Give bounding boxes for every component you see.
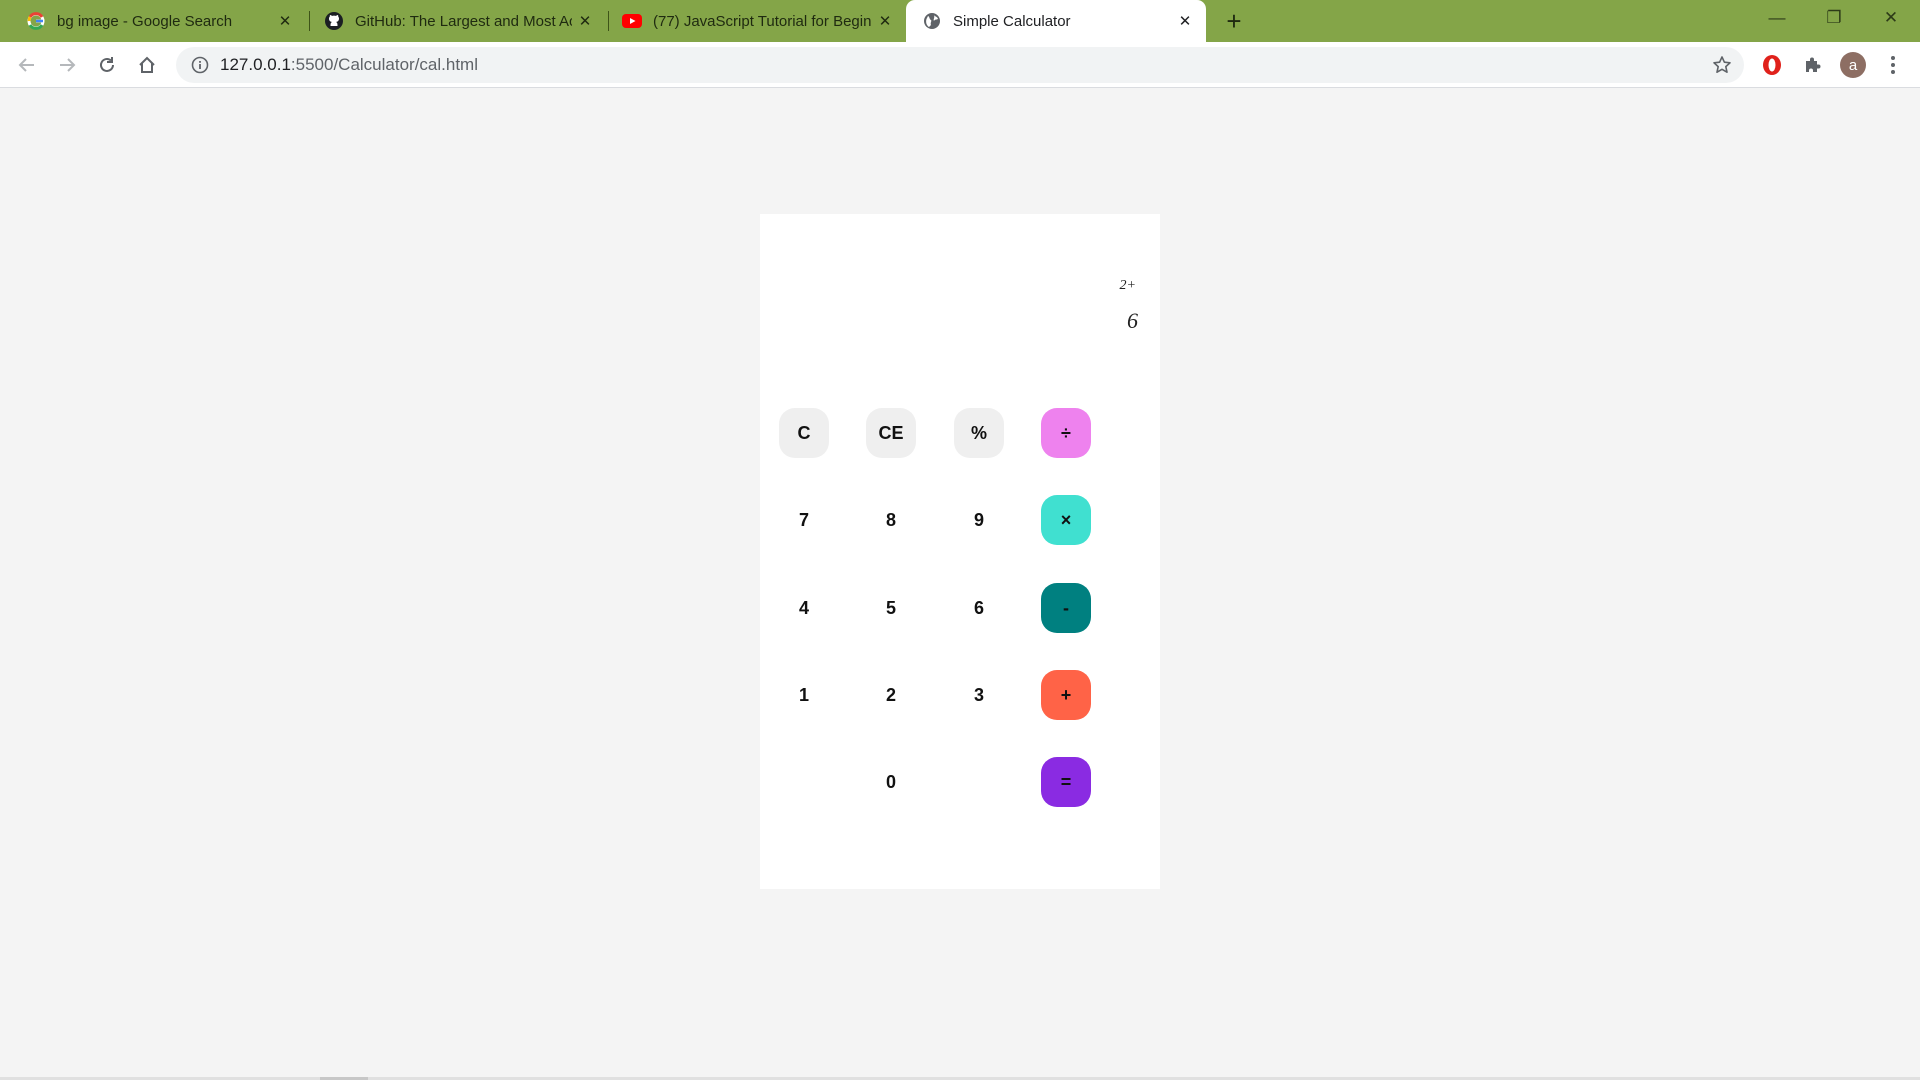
new-tab-button[interactable]: +	[1218, 5, 1250, 37]
close-tab-icon[interactable]: ✕	[272, 8, 298, 34]
digit-4-button[interactable]: 4	[779, 583, 829, 633]
browser-toolbar: 127.0.0.1:5500/Calculator/cal.html a	[0, 42, 1920, 88]
url-path: :5500/Calculator/cal.html	[290, 55, 478, 74]
add-button[interactable]: +	[1041, 670, 1091, 720]
extensions-puzzle-icon[interactable]	[1795, 48, 1829, 82]
digit-7-button[interactable]: 7	[779, 495, 829, 545]
subtract-button[interactable]: -	[1041, 583, 1091, 633]
home-button[interactable]	[130, 48, 164, 82]
tab-title: bg image - Google Search	[57, 12, 233, 30]
digit-1-button[interactable]: 1	[779, 670, 829, 720]
profile-avatar[interactable]: a	[1836, 48, 1870, 82]
clear-entry-button[interactable]: CE	[866, 408, 916, 458]
digit-5-button[interactable]: 5	[866, 583, 916, 633]
equals-button[interactable]: =	[1041, 757, 1091, 807]
digit-3-button[interactable]: 3	[954, 670, 1004, 720]
close-tab-icon[interactable]: ✕	[572, 8, 598, 34]
close-tab-icon[interactable]: ✕	[872, 8, 898, 34]
multiply-button[interactable]: ×	[1041, 495, 1091, 545]
clear-button[interactable]: C	[779, 408, 829, 458]
tab-divider	[608, 11, 609, 31]
calculator: 2+ 6 C CE % ÷ 7 8 9 × 4 5 6 - 1 2 3 + 0 …	[760, 214, 1160, 889]
tab-title: (77) JavaScript Tutorial for Begin	[653, 12, 872, 30]
reload-button[interactable]	[90, 48, 124, 82]
globe-icon	[922, 11, 942, 31]
opera-extension-icon[interactable]	[1755, 48, 1789, 82]
google-icon	[26, 11, 46, 31]
site-info-icon[interactable]	[180, 47, 220, 83]
address-url[interactable]: 127.0.0.1:5500/Calculator/cal.html	[220, 55, 478, 75]
digit-0-button[interactable]: 0	[866, 757, 916, 807]
tab-youtube[interactable]: (77) JavaScript Tutorial for Begin ✕	[610, 0, 906, 42]
close-window-button[interactable]: ✕	[1862, 0, 1920, 36]
minimize-window-button[interactable]: —	[1748, 0, 1806, 36]
current-operand: 6	[1127, 308, 1138, 333]
browser-tab-strip: bg image - Google Search ✕ GitHub: The L…	[0, 0, 1920, 42]
arrow-right-icon	[60, 58, 76, 72]
youtube-icon	[622, 11, 642, 31]
address-bar[interactable]: 127.0.0.1:5500/Calculator/cal.html	[176, 47, 1744, 83]
github-icon	[324, 11, 344, 31]
tab-title: GitHub: The Largest and Most Ac	[355, 12, 572, 30]
back-button[interactable]	[10, 48, 44, 82]
previous-operand: 2+	[1119, 278, 1136, 293]
maximize-window-button[interactable]: ❐	[1805, 0, 1863, 36]
home-icon	[139, 56, 155, 73]
avatar: a	[1840, 52, 1866, 78]
digit-6-button[interactable]: 6	[954, 583, 1004, 633]
digit-9-button[interactable]: 9	[954, 495, 1004, 545]
reload-icon	[100, 57, 114, 72]
digit-2-button[interactable]: 2	[866, 670, 916, 720]
percent-button[interactable]: %	[954, 408, 1004, 458]
bookmark-star-icon[interactable]	[1710, 53, 1734, 77]
browser-menu-button[interactable]	[1876, 48, 1910, 82]
tab-github[interactable]: GitHub: The Largest and Most Ac ✕	[310, 0, 606, 42]
forward-button[interactable]	[50, 48, 84, 82]
close-tab-icon[interactable]: ✕	[1172, 8, 1198, 34]
tab-google-search[interactable]: bg image - Google Search ✕	[0, 0, 306, 42]
calculator-display: 2+ 6	[760, 214, 1160, 384]
kebab-menu-icon	[1891, 56, 1895, 74]
digit-8-button[interactable]: 8	[866, 495, 916, 545]
tab-title: Simple Calculator	[953, 12, 1071, 30]
url-host: 127.0.0.1	[220, 55, 291, 74]
divide-button[interactable]: ÷	[1041, 408, 1091, 458]
tab-simple-calculator[interactable]: Simple Calculator ✕	[906, 0, 1206, 42]
arrow-left-icon	[18, 58, 34, 72]
